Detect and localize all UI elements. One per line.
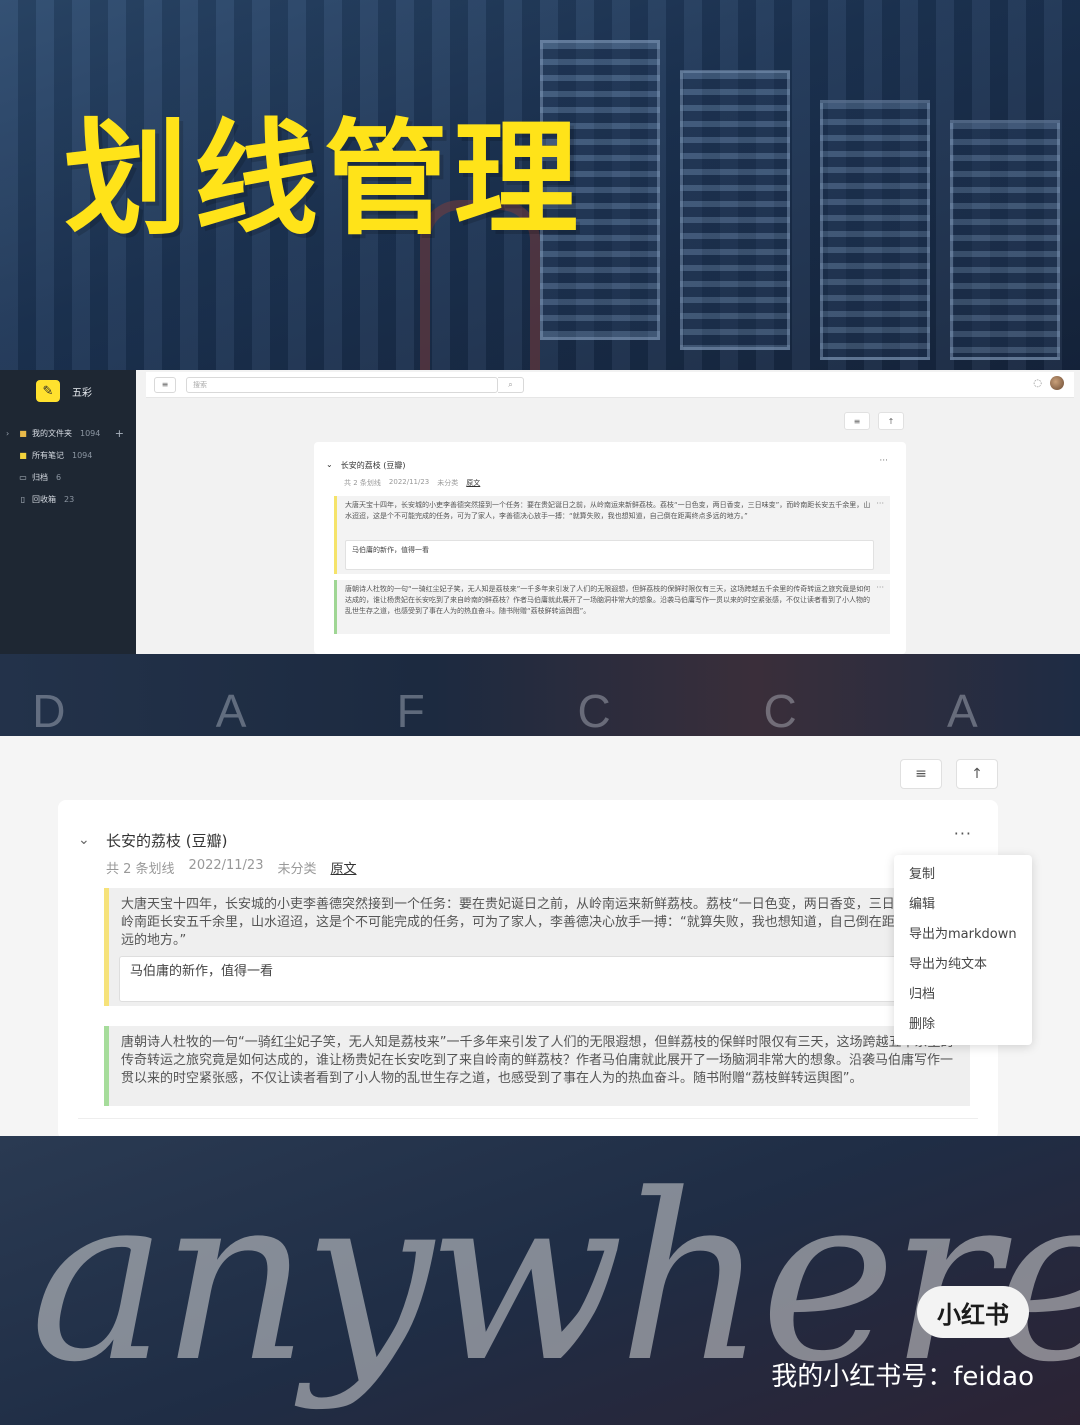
highlight-text: 唐朝诗人杜牧的一句“一骑红尘妃子笑，无人知是荔枝来”一千多年来引发了人们的无限遐… xyxy=(345,585,871,615)
sidebar-item-count: 23 xyxy=(64,494,75,504)
highlight-more-icon[interactable]: ··· xyxy=(876,582,884,593)
app-screenshot-zoomed: ≡ ↑ ⌄ 长安的荔枝 (豆瓣) ··· 共 2 条划线 2022/11/23 … xyxy=(0,736,1080,1136)
window-shutter xyxy=(950,120,1060,360)
book-meta: 共 2 条划线 2022/11/23 未分类 原文 xyxy=(344,478,480,488)
highlight-block-yellow[interactable]: 大唐天宝十四年，长安城的小吏李善德突然接到一个任务：要在贵妃诞日之前，从岭南运来… xyxy=(104,888,970,1006)
menu-toggle-button[interactable]: ≡ xyxy=(154,376,176,393)
trash-icon: ▯ xyxy=(20,494,26,504)
highlight-count: 共 2 条划线 xyxy=(106,862,175,877)
menu-item-archive[interactable]: 归档 xyxy=(894,983,1032,1013)
xiaohongshu-logo: 小红书 xyxy=(917,1286,1029,1338)
highlight-text: 唐朝诗人杜牧的一句“一骑红尘妃子笑，无人知是荔枝来”一千多年来引发了人们的无限遐… xyxy=(121,1035,954,1086)
sidebar-item-count: 1094 xyxy=(80,428,101,438)
avatar[interactable] xyxy=(1050,376,1064,390)
brand: ✎ 五彩 xyxy=(0,370,136,402)
menu-item-export-plaintext[interactable]: 导出为纯文本 xyxy=(894,953,1032,983)
top-bar: ≡ 搜索 ⌕ ◌ xyxy=(146,372,1074,398)
more-options-menu: 复制 编辑 导出为markdown 导出为纯文本 归档 删除 xyxy=(894,855,1032,1045)
sidebar-item-label: 我的文件夹 xyxy=(32,428,72,438)
menu-item-delete[interactable]: 删除 xyxy=(894,1013,1032,1043)
book-card: ⌄ 长安的荔枝 (豆瓣) ··· 共 2 条划线 2022/11/23 未分类 … xyxy=(58,800,998,1136)
more-options-icon[interactable]: ··· xyxy=(954,824,972,843)
sidebar-item-archive[interactable]: ▭ 归档 6 xyxy=(0,466,136,488)
window-shutter xyxy=(820,100,930,360)
highlight-block-green[interactable]: 唐朝诗人杜牧的一句“一骑红尘妃子笑，无人知是荔枝来”一千多年来引发了人们的无限遐… xyxy=(334,580,890,634)
book-title: 长安的荔枝 (豆瓣) xyxy=(340,461,406,470)
background-photo-middle: D A F C C A xyxy=(0,654,1080,736)
note-icon: ■ xyxy=(19,450,27,460)
app-logo-icon: ✎ xyxy=(36,380,60,402)
account-caption: 我的小红书号：feidao xyxy=(771,1362,1034,1392)
note-field[interactable]: 马伯庸的新作，值得一看 xyxy=(119,956,952,1002)
search-icon[interactable]: ⌕ xyxy=(498,376,524,393)
highlight-more-icon[interactable]: ··· xyxy=(876,498,884,509)
sidebar-item-my-folders[interactable]: › ■ 我的文件夹 1094 + xyxy=(0,422,136,444)
sidebar-item-label: 归档 xyxy=(32,472,48,482)
highlight-block-green[interactable]: 唐朝诗人杜牧的一句“一骑红尘妃子笑，无人知是荔枝来”一千多年来引发了人们的无限遐… xyxy=(104,1026,970,1106)
menu-item-export-markdown[interactable]: 导出为markdown xyxy=(894,923,1032,953)
highlight-count: 共 2 条划线 xyxy=(344,479,381,487)
book-meta: 共 2 条划线 2022/11/23 未分类 原文 xyxy=(106,858,357,877)
add-folder-icon[interactable]: + xyxy=(115,427,124,440)
app-screenshot-overview: ✎ 五彩 › ■ 我的文件夹 1094 + ■ 所有笔记 1094 ▭ 归档 6 xyxy=(0,370,1080,654)
sidebar-item-count: 1094 xyxy=(72,450,93,460)
cover-title: 划线管理 xyxy=(64,108,585,252)
list-view-button[interactable]: ≡ xyxy=(900,759,942,789)
sidebar-item-count: 6 xyxy=(56,472,62,482)
collapse-chevron-icon[interactable]: ⌄ xyxy=(326,460,333,471)
menu-item-copy[interactable]: 复制 xyxy=(894,863,1032,893)
export-button[interactable]: ↑ xyxy=(878,412,904,430)
sidebar-list: › ■ 我的文件夹 1094 + ■ 所有笔记 1094 ▭ 归档 6 ▯ 回收… xyxy=(0,422,136,510)
background-letters: D A F C C A xyxy=(32,685,1048,736)
chat-icon[interactable]: ◌ xyxy=(1033,378,1042,389)
more-options-icon[interactable]: ··· xyxy=(879,456,888,466)
list-view-button[interactable]: ≡ xyxy=(844,412,870,430)
category: 未分类 xyxy=(277,862,317,877)
book-title: 长安的荔枝 (豆瓣) xyxy=(106,832,228,850)
sidebar: ✎ 五彩 › ■ 我的文件夹 1094 + ■ 所有笔记 1094 ▭ 归档 6 xyxy=(0,370,136,654)
created-date: 2022/11/23 xyxy=(188,858,264,873)
export-button[interactable]: ↑ xyxy=(956,759,998,789)
app-name: 五彩 xyxy=(72,387,92,399)
highlight-text: 大唐天宝十四年，长安城的小吏李善德突然接到一个任务：要在贵妃诞日之前，从岭南运来… xyxy=(345,501,871,520)
window-shutter xyxy=(680,70,790,350)
source-link[interactable]: 原文 xyxy=(466,478,480,488)
source-link[interactable]: 原文 xyxy=(331,858,357,877)
sidebar-item-label: 回收箱 xyxy=(32,494,56,504)
search-input[interactable]: 搜索 xyxy=(186,376,498,393)
highlight-block-yellow[interactable]: 大唐天宝十四年，长安城的小吏李善德突然接到一个任务：要在贵妃诞日之前，从岭南运来… xyxy=(334,496,890,574)
note-field[interactable]: 马伯庸的新作，值得一看 xyxy=(345,540,874,570)
divider xyxy=(78,1118,978,1119)
category: 未分类 xyxy=(437,479,459,487)
chevron-right-icon[interactable]: › xyxy=(6,429,14,438)
book-card-small: ⌄ 长安的荔枝 (豆瓣) ··· 共 2 条划线 2022/11/23 未分类 … xyxy=(314,442,906,654)
menu-item-edit[interactable]: 编辑 xyxy=(894,893,1032,923)
sidebar-item-all-notes[interactable]: ■ 所有笔记 1094 xyxy=(0,444,136,466)
highlight-text: 大唐天宝十四年，长安城的小吏李善德突然接到一个任务：要在贵妃诞日之前，从岭南运来… xyxy=(121,897,954,948)
created-date: 2022/11/23 xyxy=(388,478,430,486)
archive-icon: ▭ xyxy=(19,472,27,482)
collapse-chevron-icon[interactable]: ⌄ xyxy=(78,832,90,848)
sidebar-item-trash[interactable]: ▯ 回收箱 23 xyxy=(0,488,136,510)
folder-icon: ■ xyxy=(19,428,27,438)
sidebar-item-label: 所有笔记 xyxy=(32,450,64,460)
